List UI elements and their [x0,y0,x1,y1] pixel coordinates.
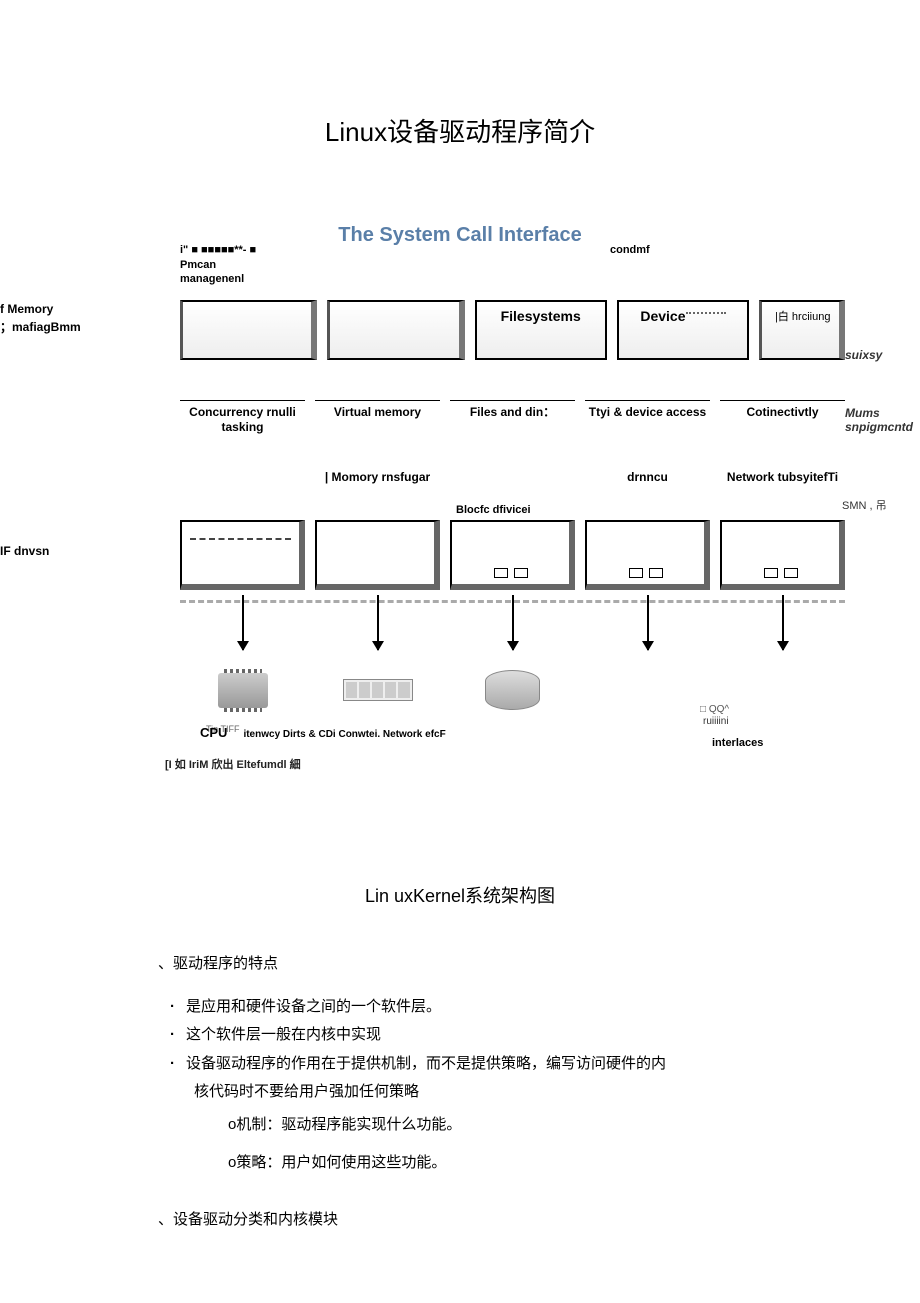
box-label: Filesystems [501,308,581,324]
diagram-boxes-row: Filesystems Device [180,300,845,360]
diagram-label: | Momory rnsfugar [315,470,440,485]
diagram-caption: Lin uxKernel系统架构图 [0,882,920,908]
diagram-device-box [720,520,845,590]
diagram-label: Concurrency rnulli tasking [180,400,305,435]
bullet-list: 是应用和硬件设备之间的一个软件层。 这个软件层一般在内核中实现 设备驱动程序的作… [158,993,820,1079]
diagram-device-box [585,520,710,590]
cpu-label: CPU [200,725,227,740]
diagram-text: □ QQ^ [700,704,729,715]
arrow-down-icon [782,595,784,650]
diagram-title: The System Call Interface [0,224,920,247]
diagram-text: snpigmcntd [845,420,913,434]
diagram-device-box: Blocfc dfivicei [450,520,575,590]
diagram-label [450,470,575,485]
document-body: 、驱动程序的特点 是应用和硬件设备之间的一个软件层。 这个软件层一般在内核中实现… [158,950,820,1248]
diagram-row-labels: Concurrency rnulli tasking Virtual memor… [180,400,845,435]
diagram-text: |白 hrciiung [775,308,830,324]
section-heading: 、设备驱动分类和内核模块 [158,1206,820,1235]
arrow-down-icon [647,595,649,650]
diagram-box-filesystems: Filesystems [475,300,607,360]
diagram-text: IF dnvsn [0,544,49,558]
diagram-text: ；mafiagBmm [0,318,81,335]
list-item: 是应用和硬件设备之间的一个软件层。 [186,993,820,1022]
list-item: 这个软件层一般在内核中实现 [186,1021,820,1050]
diagram-arrows [180,595,845,650]
diagram-text: Blocfc dfivicei [456,504,531,516]
diagram-text: Mums [845,406,880,420]
diagram-box-device: Device [617,300,749,360]
box-label: Device [640,308,685,324]
page-title: Linux设备驱动程序简介 [0,0,920,149]
diagram-label: Files and din： [450,400,575,435]
diagram-device-row: Blocfc dfivicei [180,520,845,590]
diagram-text: ruiiiini [703,716,729,727]
arrow-down-icon [377,595,379,650]
diagram-device-box [315,520,440,590]
arrow-down-icon [242,595,244,650]
list-item: 设备驱动程序的作用在于提供机制，而不是提供策略，编写访问硬件的内 [186,1050,820,1079]
diagram-text: managenenl [180,273,244,285]
diagram-label: Network tubsyitefTi [720,470,845,485]
diagram-label: drnncu [585,470,710,485]
diagram-device-box [180,520,305,590]
diagram-box [327,300,464,360]
memory-icon [343,679,413,701]
diagram-text: Pmcan [180,259,216,271]
diagram-label: Cotinectivtly [720,400,845,435]
diagram-row-labels-2: | Momory rnsfugar drnncu Network tubsyit… [180,470,845,485]
cpu-icon [218,673,268,708]
diagram-label: Ttyi & device access [585,400,710,435]
list-item-continuation: 核代码时不要给用户强加任何策略 [158,1078,820,1107]
diagram-hardware-row [180,670,845,710]
section-heading: 、驱动程序的特点 [158,950,820,979]
diagram-label [180,470,305,485]
sub-list-item: o机制：驱动程序能实现什么功能。 [158,1111,820,1140]
sub-list-item: o策略：用户如何使用这些功能。 [158,1149,820,1178]
arrow-down-icon [512,595,514,650]
diagram-text: itenwcy Dirts & CDi Conwtei. Network efc… [243,729,445,740]
diagram-text: condmf [610,244,650,256]
diagram-text: interlaces [712,737,763,749]
diagram-text: suixsy [845,348,882,362]
diagram-text: f Memory [0,302,53,316]
diagram-text: SMN , 吊 [842,497,887,513]
diagram-label: Virtual memory [315,400,440,435]
decoration [686,312,726,314]
diagram-text: i" ■ ■■■■■**- ■ [180,244,256,256]
diagram-footer: [I 如 IriM 欣出 Eltefumdl 細 [165,756,301,772]
disk-icon [485,670,540,710]
diagram-box [180,300,317,360]
architecture-diagram: The System Call Interface i" ■ ■■■■■**- … [0,200,920,820]
